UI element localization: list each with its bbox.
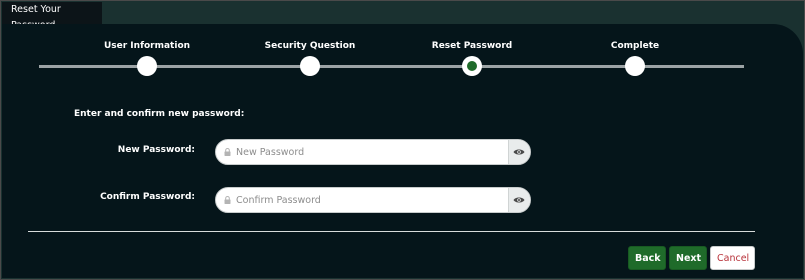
tab-reset-password[interactable]: Reset Your Password — [2, 2, 102, 31]
new-password-input[interactable] — [236, 140, 506, 164]
eye-icon — [513, 197, 525, 203]
confirm-password-input[interactable] — [236, 188, 506, 212]
step-marker-active — [462, 56, 482, 76]
eye-icon — [513, 149, 525, 155]
step-marker — [137, 56, 157, 76]
cancel-button[interactable]: Cancel — [710, 246, 755, 270]
step-marker — [625, 56, 645, 76]
back-button[interactable]: Back — [628, 246, 666, 270]
form-divider — [28, 231, 755, 232]
lock-icon — [224, 148, 231, 156]
lock-icon — [224, 196, 231, 204]
confirm-password-field[interactable] — [215, 187, 531, 213]
confirm-password-label: Confirm Password: — [100, 192, 195, 202]
form-instructions: Enter and confirm new password: — [74, 109, 245, 119]
step-label: User Information — [103, 41, 191, 51]
step-label: Complete — [610, 41, 660, 51]
next-button[interactable]: Next — [669, 246, 707, 270]
toggle-confirm-password-visibility[interactable] — [508, 188, 530, 212]
toggle-new-password-visibility[interactable] — [508, 140, 530, 164]
step-label: Security Question — [264, 41, 356, 51]
reset-password-window: Reset Your Password User Information Sec… — [0, 0, 805, 280]
window-header-strip — [102, 2, 803, 24]
step-marker — [300, 56, 320, 76]
new-password-field[interactable] — [215, 139, 531, 165]
new-password-label: New Password: — [117, 145, 195, 155]
step-label: Reset Password — [431, 41, 513, 51]
